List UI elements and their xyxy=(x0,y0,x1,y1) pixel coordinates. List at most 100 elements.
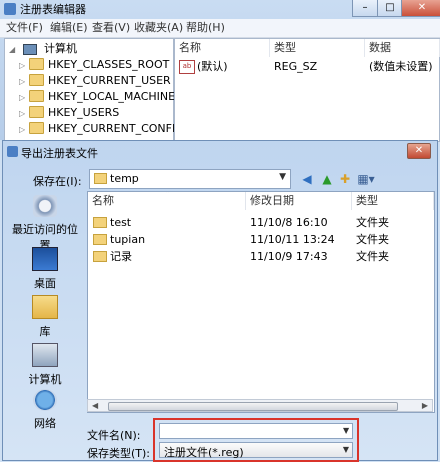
file-date: 11/10/11 13:24 xyxy=(250,233,335,246)
tree-item-hkcc[interactable]: ▷ HKEY_CURRENT_CONFIG xyxy=(19,121,184,136)
tree-item-hkcu[interactable]: ▷ HKEY_CURRENT_USER xyxy=(19,73,171,88)
dialog-app-icon xyxy=(7,146,18,157)
export-registry-dialog: 导出注册表文件 ✕ 保存在(I): temp ▼ ◀ ▲ ✚ ▦▾ 最近访问的位… xyxy=(2,140,438,462)
folder-icon xyxy=(93,217,107,228)
save-in-label: 保存在(I): xyxy=(33,175,82,188)
file-date: 11/10/9 17:43 xyxy=(250,250,328,263)
file-name: 记录 xyxy=(110,250,132,263)
tree-item-hku[interactable]: ▷ HKEY_USERS xyxy=(19,105,119,120)
tree-item-label: 计算机 xyxy=(44,42,77,55)
column-header-date[interactable]: 修改日期 xyxy=(246,192,352,210)
maximize-button[interactable]: □ xyxy=(377,0,403,17)
string-value-icon: ab xyxy=(179,60,195,74)
view-menu-icon[interactable]: ▦▾ xyxy=(355,171,377,187)
folder-icon xyxy=(29,106,44,118)
expand-arrow-icon[interactable]: ▷ xyxy=(19,106,29,121)
file-list: 名称 ⌃ 修改日期 类型 test 11/10/8 16:10 文件夹 tupi… xyxy=(87,191,435,413)
column-header-name[interactable]: 名称 xyxy=(175,39,270,57)
dialog-title: 导出注册表文件 xyxy=(21,147,98,160)
file-date: 11/10/8 16:10 xyxy=(250,216,328,229)
place-label: 库 xyxy=(39,325,51,338)
list-item[interactable]: ab (默认) REG_SZ (数值未设置) xyxy=(179,59,435,74)
menu-bar: 文件(F) 编辑(E) 查看(V) 收藏夹(A) 帮助(H) xyxy=(0,19,440,38)
collapse-arrow-icon[interactable]: ◢ xyxy=(9,42,19,57)
close-button[interactable]: ✕ xyxy=(401,0,440,17)
place-recent[interactable]: 最近访问的位置 xyxy=(7,195,83,253)
file-type: 文件夹 xyxy=(356,233,389,246)
menu-edit[interactable]: 编辑(E) xyxy=(50,21,88,35)
filename-input[interactable] xyxy=(159,423,353,439)
minimize-button[interactable]: – xyxy=(352,0,378,17)
value-data: (数值未设置) xyxy=(369,60,433,73)
registry-tree: ◢ 计算机 ▷ HKEY_CLASSES_ROOT ▷ HKEY_CURRENT_U… xyxy=(4,38,184,142)
folder-icon xyxy=(29,58,44,70)
folder-icon xyxy=(29,122,44,134)
sort-arrow-icon: ⌃ xyxy=(164,191,171,198)
file-type: 文件夹 xyxy=(356,250,389,263)
folder-icon xyxy=(94,173,107,184)
up-folder-icon[interactable]: ▲ xyxy=(319,171,335,187)
scrollbar-thumb[interactable] xyxy=(108,402,398,411)
filetype-value: 注册文件(*.reg) xyxy=(164,446,244,459)
tree-item-label: HKEY_CLASSES_ROOT xyxy=(48,58,170,71)
registry-editor-window: 注册表编辑器 – □ ✕ 文件(F) 编辑(E) 查看(V) 收藏夹(A) 帮助… xyxy=(0,0,440,142)
column-header-type[interactable]: 类型 xyxy=(352,192,434,210)
filename-label: 文件名(N): xyxy=(87,429,141,442)
new-folder-icon[interactable]: ✚ xyxy=(337,171,353,187)
place-label: 计算机 xyxy=(28,373,62,386)
chevron-down-icon[interactable]: ▼ xyxy=(343,445,349,454)
file-name: tupian xyxy=(110,233,146,246)
back-icon[interactable]: ◀ xyxy=(299,171,315,187)
scroll-right-icon[interactable]: ▶ xyxy=(422,400,428,411)
file-name: test xyxy=(110,216,132,229)
chevron-down-icon[interactable]: ▼ xyxy=(343,426,349,435)
tree-item-label: HKEY_USERS xyxy=(48,106,120,119)
place-desktop[interactable]: 桌面 xyxy=(7,247,83,291)
value-type: REG_SZ xyxy=(274,60,318,73)
filetype-label: 保存类型(T): xyxy=(87,447,151,460)
desktop-icon xyxy=(32,247,58,271)
list-item[interactable]: test 11/10/8 16:10 文件夹 xyxy=(88,214,434,231)
places-bar: 最近访问的位置 桌面 库 计算机 网络 xyxy=(7,189,83,439)
save-in-dropdown[interactable]: temp ▼ xyxy=(89,169,291,189)
horizontal-scrollbar[interactable]: ◀ ▶ xyxy=(87,399,433,412)
folder-icon xyxy=(93,251,107,262)
tree-item-hkcr[interactable]: ▷ HKEY_CLASSES_ROOT xyxy=(19,57,169,72)
menu-help[interactable]: 帮助(H) xyxy=(186,21,225,35)
list-item[interactable]: tupian 11/10/11 13:24 文件夹 xyxy=(88,231,434,248)
chevron-down-icon[interactable]: ▼ xyxy=(279,172,286,182)
folder-icon xyxy=(93,234,107,245)
list-item[interactable]: 记录 11/10/9 17:43 文件夹 xyxy=(88,248,434,265)
menu-view[interactable]: 查看(V) xyxy=(92,21,130,35)
column-header-type[interactable]: 类型 xyxy=(270,39,365,57)
expand-arrow-icon[interactable]: ▷ xyxy=(19,90,29,105)
recent-places-icon xyxy=(33,195,57,217)
tree-item-hklm[interactable]: ▷ HKEY_LOCAL_MACHINE xyxy=(19,89,175,104)
registry-values-list: 名称 类型 数据 ab (默认) REG_SZ (数值未设置) xyxy=(174,38,440,142)
window-title: 注册表编辑器 xyxy=(20,3,86,16)
menu-file[interactable]: 文件(F) xyxy=(6,21,43,35)
place-computer[interactable]: 计算机 xyxy=(7,343,83,387)
place-network[interactable]: 网络 xyxy=(7,389,83,431)
tree-item-computer[interactable]: ◢ 计算机 xyxy=(9,41,77,56)
folder-icon xyxy=(29,74,44,86)
regedit-app-icon xyxy=(4,3,16,15)
place-label: 桌面 xyxy=(34,277,56,290)
expand-arrow-icon[interactable]: ▷ xyxy=(19,74,29,89)
filetype-dropdown[interactable]: 注册文件(*.reg) ▼ xyxy=(159,442,353,459)
library-icon xyxy=(32,295,58,319)
tree-item-label: HKEY_CURRENT_USER xyxy=(48,74,171,87)
place-libraries[interactable]: 库 xyxy=(7,295,83,339)
tree-item-label: HKEY_CURRENT_CONFIG xyxy=(48,122,184,135)
computer-icon xyxy=(32,343,58,367)
network-icon xyxy=(33,389,57,411)
expand-arrow-icon[interactable]: ▷ xyxy=(19,122,29,137)
folder-icon xyxy=(29,90,44,102)
column-header-data[interactable]: 数据 xyxy=(365,39,440,57)
scroll-left-icon[interactable]: ◀ xyxy=(92,400,98,411)
save-in-value: temp xyxy=(110,172,139,185)
menu-favorites[interactable]: 收藏夹(A) xyxy=(134,21,183,35)
close-button[interactable]: ✕ xyxy=(407,143,431,159)
place-label: 网络 xyxy=(34,417,56,430)
expand-arrow-icon[interactable]: ▷ xyxy=(19,58,29,73)
